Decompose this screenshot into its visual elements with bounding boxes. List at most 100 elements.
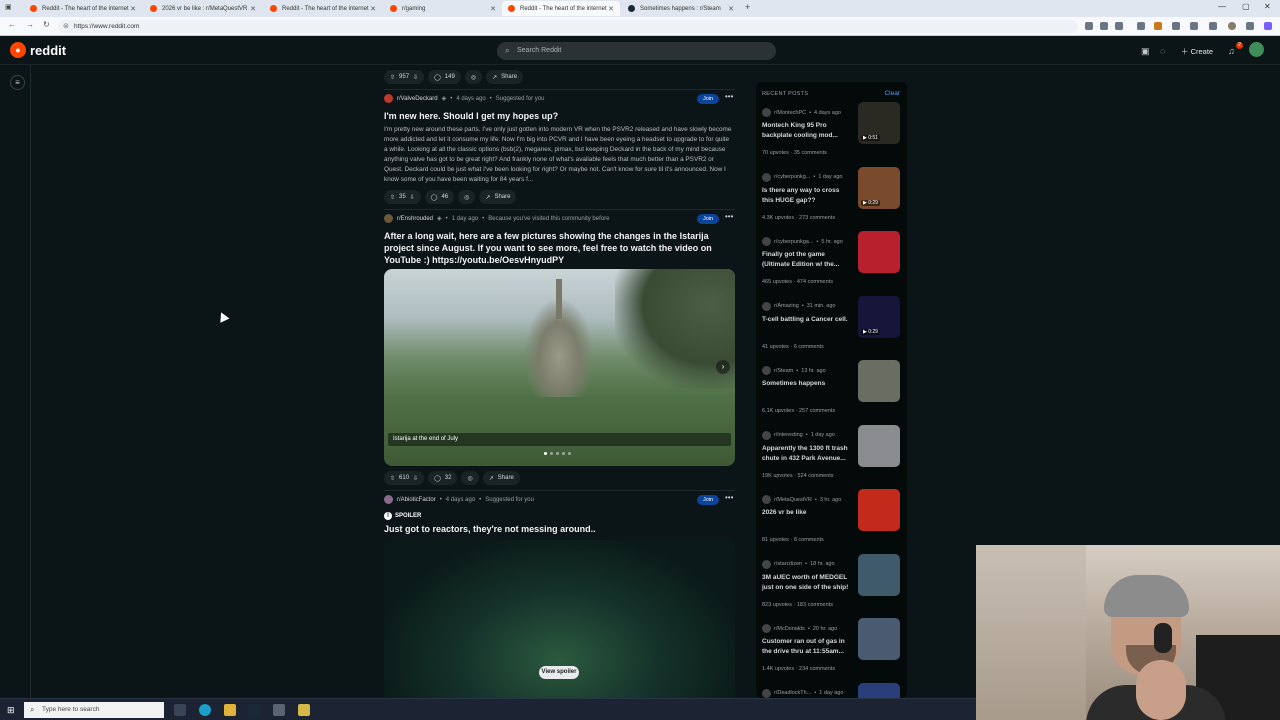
close-icon[interactable]: ✕ (608, 5, 614, 13)
post-image-gallery[interactable]: Istarija at the end of July › (384, 269, 735, 466)
split-screen-icon[interactable] (1190, 22, 1198, 30)
vote-control[interactable]: ⇧ 957 ⇩ (384, 70, 425, 84)
extension-icon[interactable] (1154, 22, 1162, 30)
subreddit-link[interactable]: r/Enshrouded (397, 216, 433, 222)
close-icon[interactable]: ✕ (728, 5, 734, 13)
browser-tab-1[interactable]: Reddit - The heart of the internet ✕ (24, 1, 142, 16)
recent-post-thumbnail[interactable] (858, 424, 900, 467)
recent-post-title[interactable]: Montech King 95 Pro backplate cooling mo… (762, 121, 850, 141)
recent-post-subreddit[interactable]: r/cyberpunkg... (774, 174, 810, 180)
more-options-icon[interactable]: ••• (725, 212, 733, 221)
reload-icon[interactable]: ↻ (43, 20, 50, 29)
recent-post-thumbnail[interactable] (858, 231, 900, 273)
comments-button[interactable]: ◯ 32 (428, 471, 458, 485)
recent-post-item[interactable]: r/MetaQuestVR • 3 hr. ago 2026 vr be like 81… (762, 489, 902, 559)
more-options-icon[interactable]: ••• (725, 493, 733, 502)
comments-button[interactable]: ◯ 46 (424, 190, 455, 204)
downvote-icon[interactable]: ⇩ (413, 475, 418, 482)
vote-control[interactable]: ⇧ 35 ⇩ (384, 190, 421, 204)
close-icon[interactable]: ✕ (130, 5, 136, 13)
browser-tab-3[interactable]: Reddit - The heart of the internet ✕ (264, 1, 382, 16)
forward-icon[interactable]: → (26, 20, 34, 29)
share-button[interactable]: ↗ Share (482, 471, 520, 485)
recent-post-item[interactable]: r/cyberpunkg... • 1 day ago Is there any wa… (762, 166, 902, 237)
favorites-icon[interactable] (1209, 22, 1217, 30)
minimize-icon[interactable]: — (1218, 2, 1226, 11)
recent-post-thumbnail[interactable] (858, 682, 900, 698)
app-icon[interactable] (273, 704, 285, 716)
recent-post-thumbnail[interactable]: ▶ 0:51 (858, 102, 900, 144)
recent-post-subreddit[interactable]: r/interesting (774, 432, 803, 438)
browser-tab-4[interactable]: r/gaming ✕ (384, 1, 502, 16)
close-window-icon[interactable]: ✕ (1264, 2, 1271, 11)
clear-recent-button[interactable]: Clear (884, 90, 900, 97)
search-input[interactable]: ⌕ Search Reddit (497, 42, 776, 60)
upvote-icon[interactable]: ⇧ (390, 194, 395, 201)
recent-post-subreddit[interactable]: r/MontechPC (774, 110, 806, 116)
steam-icon[interactable] (248, 704, 260, 716)
pagination-dot[interactable] (556, 452, 559, 455)
upvote-icon[interactable]: ⇧ (390, 475, 395, 482)
recent-post-thumbnail[interactable] (858, 618, 900, 660)
recent-post-subreddit[interactable]: r/DeadlockTh... (774, 690, 811, 696)
recent-post-title[interactable]: T-cell battling a Cancer cell. (762, 315, 850, 325)
recent-post-title[interactable]: Sometimes happens (762, 379, 850, 389)
join-button[interactable]: Join (697, 214, 719, 224)
recent-post-thumbnail[interactable]: ▶ 0:29 (858, 295, 900, 338)
share-button[interactable]: ↗ Share (486, 70, 524, 84)
recent-post-subreddit[interactable]: r/Amazing (774, 303, 799, 309)
site-info-icon[interactable]: ⊜ (63, 22, 69, 30)
upvote-icon[interactable]: ⇧ (390, 74, 395, 81)
recent-post-thumbnail[interactable]: ▶ 0:29 (858, 166, 900, 209)
close-icon[interactable]: ✕ (370, 5, 376, 13)
browser-tab-6[interactable]: Sometimes happens : r/Steam ✕ (622, 1, 740, 16)
recent-post-title[interactable]: Is there any way to cross this HUGE gap?… (762, 186, 850, 206)
create-button[interactable]: ＋ Create (1181, 46, 1213, 57)
post-title[interactable]: After a long wait, here are a few pictur… (384, 230, 734, 266)
file-explorer-icon[interactable] (224, 704, 236, 716)
recent-post-subreddit[interactable]: r/McDonalds (774, 626, 805, 632)
more-menu-icon[interactable] (1246, 22, 1254, 30)
recent-post-item[interactable]: r/MontechPC • 4 days ago Montech King 95 Pr… (762, 102, 902, 172)
recent-post-item[interactable]: r/McDonalds • 20 hr. ago Customer ran out o… (762, 618, 902, 688)
recent-post-title[interactable]: Finally got the game (Ultimate Edition w… (762, 250, 850, 270)
recent-post-item[interactable]: r/cyberpunkga... • 5 hr. ago Finally got th… (762, 231, 902, 301)
recent-post-thumbnail[interactable] (858, 489, 900, 531)
advertise-icon[interactable]: ▣ (1141, 46, 1150, 57)
vote-control[interactable]: ⇧ 610 ⇩ (384, 471, 425, 485)
chevron-right-icon[interactable]: › (716, 360, 730, 374)
recent-post-thumbnail[interactable] (858, 360, 900, 402)
recent-post-title[interactable]: Customer ran out of gas in the drive thr… (762, 637, 850, 657)
award-button[interactable]: ◎ (458, 190, 476, 204)
award-button[interactable]: ◎ (461, 471, 479, 485)
subreddit-link[interactable]: r/ValveDeckard (397, 96, 438, 102)
url-field[interactable]: ⊜ https://www.reddit.com (58, 20, 1078, 33)
downvote-icon[interactable]: ⇩ (413, 74, 418, 81)
join-button[interactable]: Join (697, 94, 719, 104)
copilot-icon[interactable] (1264, 22, 1272, 30)
user-avatar[interactable] (1249, 42, 1264, 57)
extension-icon[interactable] (1137, 22, 1145, 30)
extension-icon[interactable] (1172, 22, 1180, 30)
pagination-dot[interactable] (562, 452, 565, 455)
recent-post-subreddit[interactable]: r/starcitizen (774, 561, 802, 567)
more-options-icon[interactable]: ••• (725, 92, 733, 101)
browser-tab-5-active[interactable]: Reddit - The heart of the internet ✕ (502, 1, 620, 16)
recent-post-thumbnail[interactable] (858, 553, 900, 596)
downvote-icon[interactable]: ⇩ (410, 194, 415, 201)
spoiler-media[interactable]: View spoiler (384, 540, 735, 700)
recent-post-subreddit[interactable]: r/cyberpunkga... (774, 239, 813, 245)
browser-tab-2[interactable]: 2026 vr be like : r/MetaQuestVR ✕ (144, 1, 262, 16)
pagination-dot[interactable] (550, 452, 553, 455)
new-tab-button[interactable]: + (745, 2, 750, 12)
recent-post-item[interactable]: r/starcitizen • 18 hr. ago 3M aUEC worth of… (762, 553, 902, 624)
recent-post-item[interactable]: r/interesting • 1 day ago Apparently the 13… (762, 424, 902, 495)
comments-button[interactable]: ◯ 149 (428, 70, 461, 84)
extension-icon[interactable] (1085, 22, 1093, 30)
subreddit-link[interactable]: r/AbioticFactor (397, 497, 436, 503)
recent-post-item[interactable]: r/DeadlockTh... • 1 day ago (762, 682, 902, 698)
menu-icon[interactable]: ≡ (10, 75, 25, 90)
recent-post-title[interactable]: Apparently the 1300 ft trash chute in 43… (762, 444, 850, 464)
maximize-icon[interactable]: ▢ (1242, 2, 1250, 11)
recent-post-title[interactable]: 3M aUEC worth of MEDGEL just on one side… (762, 573, 850, 593)
